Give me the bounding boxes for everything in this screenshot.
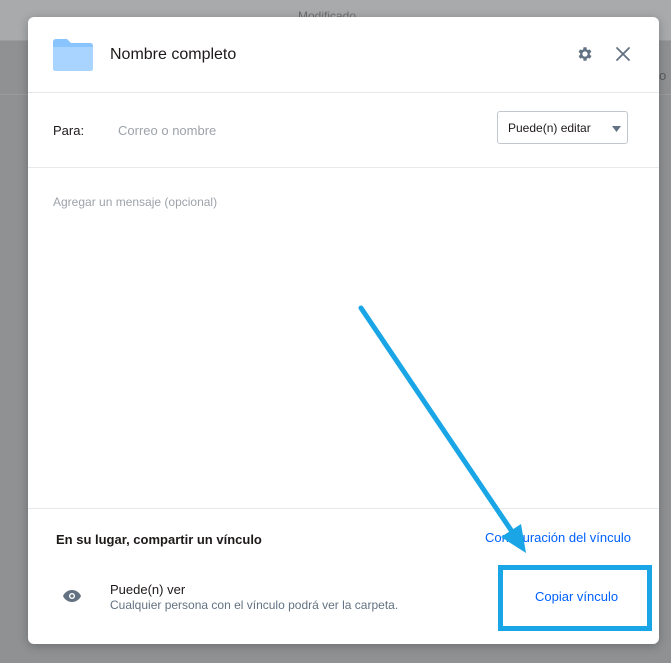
- folder-icon: [53, 39, 93, 71]
- background-truncated-text: o: [659, 68, 667, 83]
- link-settings-link[interactable]: Configuración del vínculo: [485, 530, 631, 545]
- permission-dropdown[interactable]: Puede(n) editar: [497, 111, 628, 144]
- recipient-input[interactable]: [118, 115, 478, 145]
- link-permission-description: Cualquier persona con el vínculo podrá v…: [110, 598, 399, 612]
- share-link-section: En su lugar, compartir un vínculo Config…: [28, 508, 659, 644]
- message-textarea[interactable]: [53, 195, 633, 495]
- eye-icon: [63, 590, 81, 602]
- share-dialog: Nombre completo Para: Puede(n) editar En…: [28, 17, 659, 644]
- share-link-heading: En su lugar, compartir un vínculo: [56, 532, 262, 547]
- close-icon[interactable]: [615, 46, 631, 62]
- chevron-down-icon: [612, 126, 621, 132]
- recipient-row: Para: Puede(n) editar: [28, 93, 659, 168]
- to-label: Para:: [53, 123, 85, 138]
- link-permission-title: Puede(n) ver: [110, 582, 186, 597]
- dialog-title: Nombre completo: [110, 46, 237, 63]
- permission-dropdown-label: Puede(n) editar: [508, 121, 591, 135]
- dialog-header: Nombre completo: [28, 17, 659, 93]
- copy-link-button[interactable]: Copiar vínculo: [535, 589, 618, 604]
- gear-icon[interactable]: [576, 45, 594, 63]
